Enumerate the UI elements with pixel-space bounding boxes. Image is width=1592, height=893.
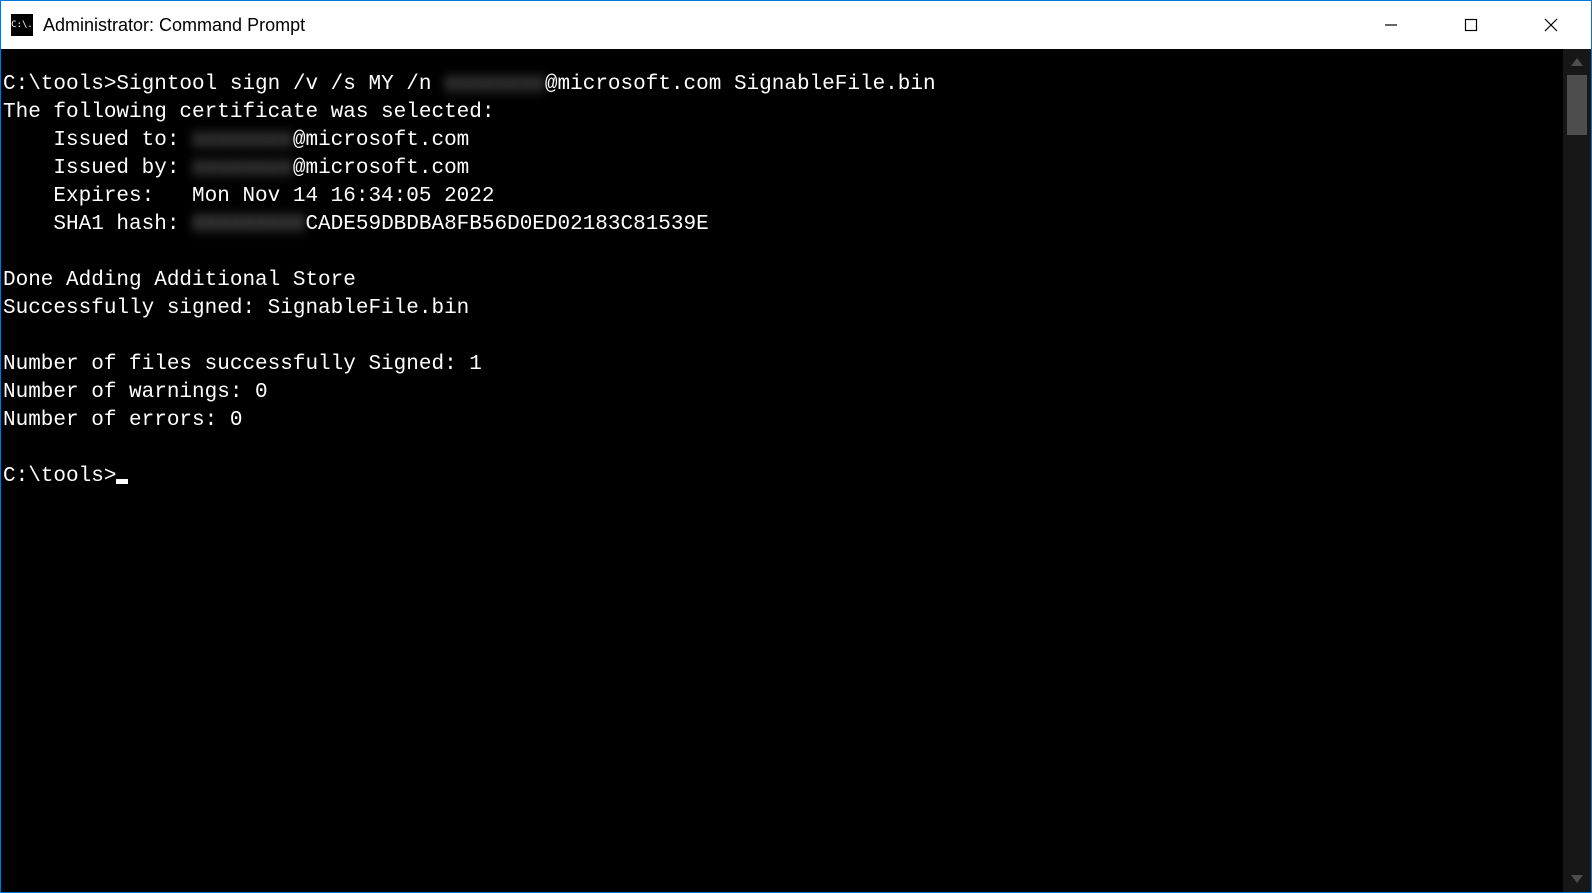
- redacted-issued-by: xxxxxxxx: [192, 157, 293, 180]
- titlebar: C:\. Administrator: Command Prompt: [1, 1, 1591, 49]
- maximize-icon: [1464, 18, 1478, 32]
- signable-file: SignableFile.bin: [721, 73, 935, 96]
- close-button[interactable]: [1511, 1, 1591, 49]
- expires-label: Expires:: [3, 185, 192, 208]
- vertical-scrollbar[interactable]: [1563, 49, 1591, 892]
- prompt: C:\tools>: [3, 73, 116, 96]
- prompt: C:\tools>: [3, 465, 116, 488]
- num-errors-line: Number of errors: 0: [3, 409, 242, 432]
- num-warnings-line: Number of warnings: 0: [3, 381, 268, 404]
- sha1-value: CADE59DBDBA8FB56D0ED02183C81539E: [305, 213, 708, 236]
- command-text: Signtool sign /v /s MY /n: [116, 73, 444, 96]
- cursor: [116, 479, 128, 484]
- close-icon: [1544, 18, 1558, 32]
- redacted-name: xxxxxxxx: [444, 73, 545, 96]
- issued-by-email: @microsoft.com: [293, 157, 469, 180]
- sha1-label: SHA1 hash:: [3, 213, 192, 236]
- scrollbar-track[interactable]: [1563, 75, 1591, 866]
- app-icon: C:\.: [11, 14, 33, 36]
- num-signed-line: Number of files successfully Signed: 1: [3, 353, 482, 376]
- issued-to-email: @microsoft.com: [293, 129, 469, 152]
- window-controls: [1351, 1, 1591, 49]
- scroll-up-button[interactable]: [1563, 49, 1591, 75]
- done-store-line: Done Adding Additional Store: [3, 269, 356, 292]
- issued-by-label: Issued by:: [3, 157, 192, 180]
- redacted-sha1: XXXXXXXXX: [192, 213, 305, 236]
- redacted-issued-to: xxxxxxxx: [192, 129, 293, 152]
- minimize-button[interactable]: [1351, 1, 1431, 49]
- scroll-down-button[interactable]: [1563, 866, 1591, 892]
- scrollbar-thumb[interactable]: [1567, 75, 1587, 135]
- email-suffix: @microsoft.com: [545, 73, 721, 96]
- chevron-up-icon: [1571, 58, 1583, 66]
- success-signed-line: Successfully signed: SignableFile.bin: [3, 297, 469, 320]
- chevron-down-icon: [1571, 875, 1583, 883]
- window-title: Administrator: Command Prompt: [43, 15, 305, 36]
- minimize-icon: [1384, 18, 1398, 32]
- terminal-output[interactable]: C:\tools>Signtool sign /v /s MY /n xxxxx…: [1, 49, 1591, 892]
- cert-selected-line: The following certificate was selected:: [3, 101, 494, 124]
- expires-value: Mon Nov 14 16:34:05 2022: [192, 185, 494, 208]
- maximize-button[interactable]: [1431, 1, 1511, 49]
- issued-to-label: Issued to:: [3, 129, 192, 152]
